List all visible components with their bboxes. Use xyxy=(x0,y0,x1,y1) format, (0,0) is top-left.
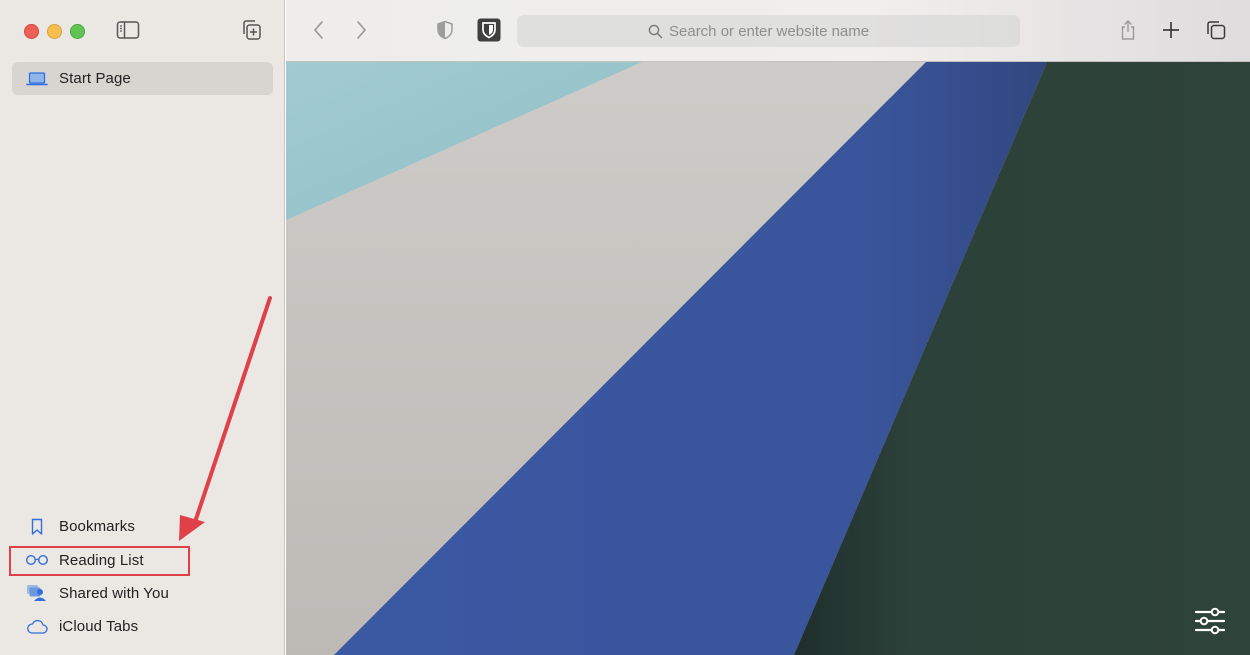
forward-button[interactable] xyxy=(348,17,374,43)
back-button[interactable] xyxy=(306,17,332,43)
shield-icon xyxy=(437,20,453,40)
sidebar-item-label: Shared with You xyxy=(59,584,169,602)
new-tab-button[interactable] xyxy=(1158,17,1184,43)
zoom-button[interactable] xyxy=(70,24,85,39)
sidebar-item-shared-with-you[interactable]: Shared with You xyxy=(12,577,273,610)
shared-people-icon xyxy=(25,583,49,603)
search-icon xyxy=(648,24,663,38)
plus-icon xyxy=(1163,22,1179,38)
sidebar-toggle-button[interactable] xyxy=(115,18,141,42)
sidebar-toggle-icon xyxy=(116,21,140,39)
new-tab-group-button[interactable] xyxy=(238,18,264,42)
bitwarden-shield-icon xyxy=(477,18,501,42)
tab-overview-button[interactable] xyxy=(1203,17,1229,43)
sidebar-item-reading-list[interactable]: Reading List xyxy=(12,543,273,576)
sidebar-item-label: iCloud Tabs xyxy=(59,618,139,636)
bookmark-icon xyxy=(25,517,49,537)
close-button[interactable] xyxy=(24,24,39,39)
start-page-content xyxy=(286,62,1250,655)
sidebar-item-icloud-tabs[interactable]: iCloud Tabs xyxy=(12,610,273,643)
safari-window: Start Page Bookmarks Reading List Shared… xyxy=(0,0,1250,655)
chevron-right-icon xyxy=(357,21,366,39)
sidebar-item-label: Start Page xyxy=(59,70,131,87)
toolbar xyxy=(286,0,1250,62)
chevron-left-icon xyxy=(314,21,323,39)
cloud-icon xyxy=(25,617,49,637)
new-tab-group-icon xyxy=(243,20,261,40)
sidebar-item-bookmarks[interactable]: Bookmarks xyxy=(12,510,273,543)
tabs-overview-icon xyxy=(1207,21,1226,40)
search-input[interactable] xyxy=(669,22,889,40)
bitwarden-extension-button[interactable] xyxy=(476,17,502,43)
wallpaper xyxy=(286,62,1250,655)
privacy-report-button[interactable] xyxy=(432,17,458,43)
share-icon xyxy=(1121,20,1135,40)
sidebar-item-start-page[interactable]: Start Page xyxy=(12,62,273,95)
share-button[interactable] xyxy=(1115,17,1141,43)
sliders-icon xyxy=(1194,607,1226,635)
sidebar-item-label: Reading List xyxy=(59,551,144,569)
minimize-button[interactable] xyxy=(47,24,62,39)
customize-start-page-button[interactable] xyxy=(1192,605,1228,637)
sidebar-item-label: Bookmarks xyxy=(59,518,135,536)
sidebar-bottom-list: Bookmarks Reading List Shared with You i… xyxy=(12,510,273,644)
glasses-icon xyxy=(25,550,49,570)
address-bar[interactable] xyxy=(517,15,1020,47)
laptop-icon xyxy=(25,69,49,89)
sidebar: Start Page Bookmarks Reading List Shared… xyxy=(0,0,285,655)
